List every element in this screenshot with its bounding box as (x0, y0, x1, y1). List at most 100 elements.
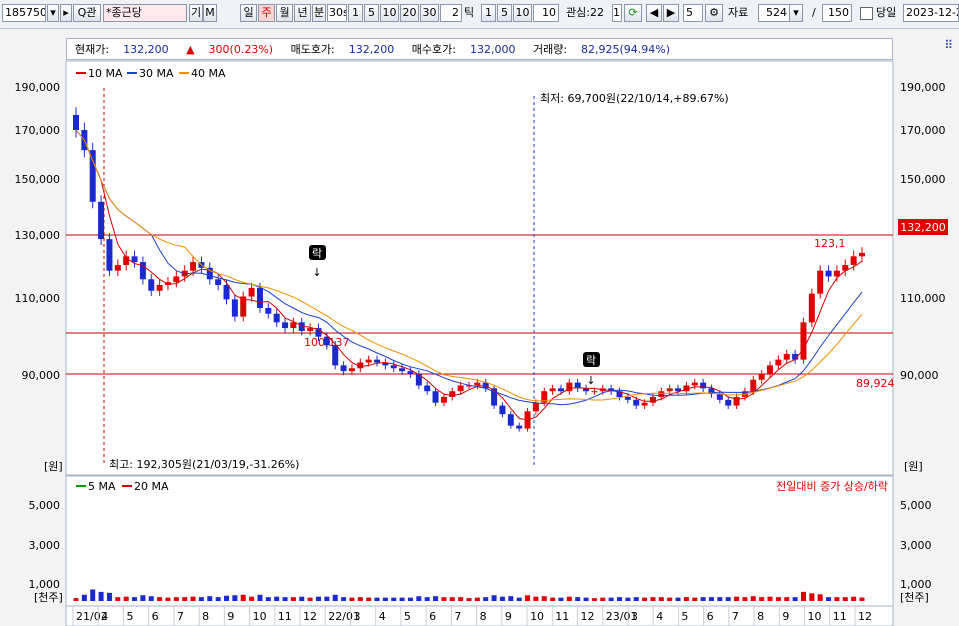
candle-body (215, 279, 222, 286)
price-legend: 10 MA 30 MA 40 MA (76, 67, 226, 80)
price-annotation-89924: 89,924 (856, 377, 895, 390)
volume-bar (842, 597, 848, 601)
y-tick-left-190000: 190,000 (15, 81, 61, 94)
x-tick-label: 11 (555, 610, 569, 623)
candle-body (407, 371, 414, 374)
vol-tick-left-1000: 1,000 (29, 578, 61, 591)
volume-bar (374, 597, 380, 601)
candle-body (783, 353, 790, 360)
y-tick-right-150000: 150,000 (900, 173, 946, 186)
x-tick-label: 9 (505, 610, 512, 623)
volume-bar (667, 597, 673, 601)
y-tick-left-130000: 130,000 (15, 229, 61, 242)
volume-bar (307, 597, 313, 601)
volume-bar (173, 597, 179, 601)
x-tick-label: 6 (707, 610, 714, 623)
candle-body (106, 239, 113, 271)
stock-chart[interactable]: 10 MA 30 MA 40 MA 190,000 170,000 150,00… (0, 0, 959, 626)
volume-bar (734, 596, 740, 601)
price-unit-right: [원] (904, 460, 923, 473)
volume-bar (508, 596, 514, 601)
volume-bar (817, 594, 823, 601)
volume-bar (299, 596, 305, 601)
candle-body (131, 256, 138, 263)
volume-bar (800, 591, 806, 601)
candle-body (282, 322, 289, 329)
volume-bar (132, 597, 138, 601)
candle-body (666, 388, 673, 392)
x-tick-label: 10 (253, 610, 267, 623)
candle-body (73, 114, 79, 131)
volume-bar (633, 597, 639, 601)
vol-legend-right: 전일대비 증가 상승/하락 (776, 479, 888, 493)
x-tick-label: 6 (429, 610, 436, 623)
x-tick-label: 8 (480, 610, 487, 623)
volume-bar (106, 592, 112, 601)
volume-bar (115, 597, 121, 601)
volume-bar (792, 597, 798, 601)
candle-body (549, 388, 556, 392)
volume-bar (767, 596, 773, 601)
x-tick-label: 4 (101, 610, 108, 623)
x-tick-label: 6 (152, 610, 159, 623)
volume-bar (600, 597, 606, 601)
candle-body (173, 276, 180, 283)
volume-bar (290, 597, 296, 601)
candle-body (449, 391, 456, 397)
vol-tick-right-3000: 3,000 (900, 539, 932, 552)
volume-bar (784, 597, 790, 601)
volume-bar (683, 597, 689, 601)
candle-body (758, 374, 765, 380)
candle-body (499, 405, 506, 415)
x-tick-label: 5 (126, 610, 133, 623)
candle-body (716, 394, 723, 400)
x-tick-label: 3 (631, 610, 638, 623)
candle-body (817, 270, 824, 294)
candle-body (273, 313, 280, 323)
candle-body (340, 365, 347, 372)
candle-body (248, 287, 255, 297)
vol-tick-right-1000: 1,000 (900, 578, 932, 591)
y-tick-left-90000: 90,000 (22, 369, 61, 382)
candle-body (800, 322, 807, 360)
candle-body (440, 396, 447, 403)
volume-bar (441, 597, 447, 601)
volume-bar (483, 597, 489, 601)
vol-ma20-label: 20 MA (134, 480, 169, 493)
volume-bar (541, 596, 547, 601)
candle-body (265, 307, 272, 314)
vol-unit-left: [천주] (34, 590, 63, 604)
volume-bar (859, 597, 865, 601)
candle-body (374, 359, 381, 363)
volume-bar (433, 596, 439, 601)
candle-body (725, 399, 732, 406)
volume-bar (583, 597, 589, 601)
volume-bar (809, 593, 815, 601)
volume-bar (207, 596, 213, 601)
volume-bar (391, 597, 397, 601)
x-tick-label: 4 (379, 610, 386, 623)
volume-bar (349, 597, 355, 601)
candle-body (98, 201, 105, 240)
volume-bar (257, 594, 263, 601)
volume-bar (625, 597, 631, 601)
volume-bar (775, 597, 781, 601)
volume-bar (692, 597, 698, 601)
volume-bar (525, 595, 531, 601)
candle-body (532, 402, 539, 412)
volume-panel (65, 475, 894, 607)
candle-body (399, 368, 406, 372)
candle-body (114, 264, 121, 271)
candle-body (649, 396, 656, 403)
x-tick-label: 9 (227, 610, 234, 623)
volume-bar (725, 597, 731, 601)
y-tick-right-110000: 110,000 (900, 292, 946, 305)
candle-body (223, 285, 230, 300)
x-tick-label: 12 (858, 610, 872, 623)
volume-bar (834, 597, 840, 601)
price-y-axis-right: 190,000 170,000 150,000 110,000 90,000 [… (900, 81, 946, 473)
x-tick-label: 12 (303, 610, 317, 623)
candle-body (850, 256, 857, 265)
volume-bar (198, 597, 204, 601)
price-annotation-123: 123,1 (814, 237, 846, 250)
